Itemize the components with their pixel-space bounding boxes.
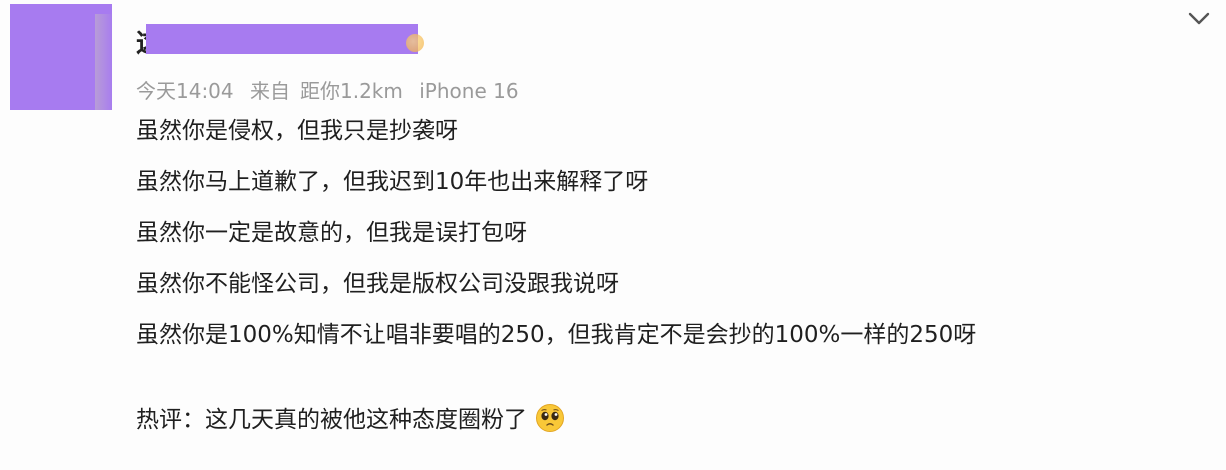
- post-line-4: 虽然你不能怪公司，但我是版权公司没跟我说呀: [136, 271, 619, 297]
- post-line-2: 虽然你马上道歉了，但我迟到10年也出来解释了呀: [136, 169, 649, 195]
- chevron-down-icon[interactable]: [1186, 8, 1212, 30]
- post-device[interactable]: iPhone 16: [419, 79, 518, 103]
- post-line-1: 虽然你是侵权，但我只是抄袭呀: [136, 118, 458, 144]
- pleading-face-emoji-icon: [535, 403, 565, 433]
- post-line-3: 虽然你一定是故意的，但我是误打包呀: [136, 220, 527, 246]
- hot-comment-text: 热评：这几天真的被他这种态度圈粉了: [136, 407, 527, 433]
- post-source: 来自: [250, 79, 290, 103]
- post-time: 今天14:04: [136, 79, 234, 103]
- post-meta: 今天14:04 来自 距你1.2km iPhone 16: [136, 78, 529, 104]
- post-distance: 距你1.2km: [300, 79, 403, 103]
- weibo-post-card: 这 今天14:04 来自距你1.2km iPhone 16 虽然你是侵权，但我只…: [0, 0, 1226, 470]
- hot-comment-line: 热评：这几天真的被他这种态度圈粉了: [136, 403, 1196, 437]
- post-content: 虽然你是侵权，但我只是抄袭呀 虽然你马上道歉了，但我迟到10年也出来解释了呀 虽…: [136, 114, 1196, 454]
- post-line-5: 虽然你是100%知情不让唱非要唱的250，但我肯定不是会抄的100%一样的250…: [136, 322, 977, 348]
- avatar-shadow: [95, 14, 113, 110]
- username-redaction: [146, 24, 418, 54]
- username-row[interactable]: 这: [136, 24, 436, 58]
- vip-badge-icon: [406, 34, 424, 52]
